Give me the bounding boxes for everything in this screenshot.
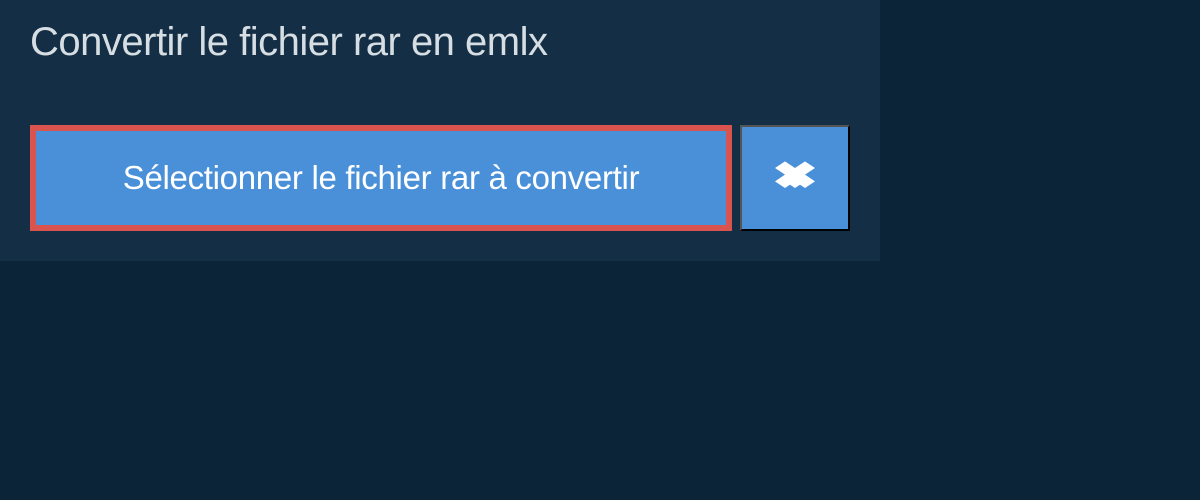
select-file-button[interactable]: Sélectionner le fichier rar à convertir [30, 125, 732, 231]
dropbox-icon [775, 158, 815, 198]
page-title: Convertir le fichier rar en emlx [30, 20, 548, 65]
title-tab: Convertir le fichier rar en emlx [0, 0, 578, 85]
button-row: Sélectionner le fichier rar à convertir [30, 125, 850, 231]
converter-panel: Convertir le fichier rar en emlx Sélecti… [0, 0, 880, 261]
dropbox-button[interactable] [740, 125, 850, 231]
